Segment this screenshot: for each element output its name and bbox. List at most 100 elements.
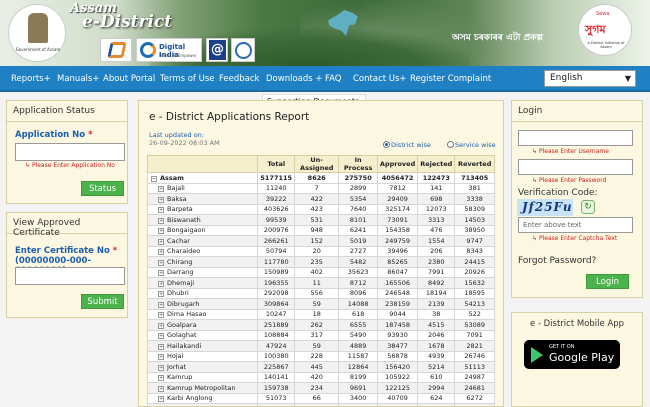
expand-icon[interactable]: + [158,364,164,371]
table-cell: 9044 [376,308,419,320]
expand-icon[interactable]: + [158,291,164,298]
table-row[interactable]: + Dima Hasao 10247 18 618 9044 38 522 [146,308,495,320]
district-name: Biswanath [167,215,201,224]
district-name: Charaideo [167,247,201,256]
radio-district-wise[interactable]: District wise [383,141,431,149]
table-cell: 262 [294,319,340,331]
expand-icon[interactable]: + [158,385,164,392]
table-cell: 14088 [338,298,378,310]
expand-icon[interactable]: + [158,280,164,287]
state-row[interactable]: − Assam 5177115 8626 275750 4056472 12247… [146,172,495,184]
table-cell: 6445 [454,403,495,406]
captcha-error-text: Please Enter Captcha Text [538,235,618,242]
table-row[interactable]: + Chirang 117780 235 5482 85265 2380 24415 [146,256,495,268]
captcha-input[interactable]: Enter above text [518,217,633,233]
district-name: Barpeta [167,205,193,214]
nav-contact[interactable]: Contact Us+ [353,66,407,92]
nav-feedback[interactable]: Feedback [219,66,259,92]
expand-icon[interactable]: + [158,249,164,256]
nav-faq[interactable]: FAQ [325,66,341,92]
radio-service-wise[interactable]: Service wise [447,141,496,149]
table-cell: 59 [294,298,340,310]
expand-icon[interactable]: + [158,228,164,235]
table-cell: 246548 [376,287,419,299]
login-button[interactable]: Login [586,274,629,289]
expand-icon[interactable]: + [158,343,164,350]
expand-icon[interactable]: + [158,322,164,329]
table-cell: 4889 [338,340,378,352]
district-name-cell: + Cachar [146,235,259,247]
district-name: Goalpara [167,320,197,329]
username-input[interactable] [518,130,633,146]
certificate-no-input[interactable] [15,267,125,285]
table-cell: 24987 [454,371,495,383]
collapse-icon[interactable]: − [151,175,157,182]
forgot-password-link[interactable]: Forgot Password? [518,256,596,266]
google-play-icon [531,347,543,363]
table-row[interactable]: + Dibrugarh 309864 59 14088 238159 2139 54213 [146,298,495,310]
table-cell: 20 [294,245,340,257]
language-value: English [550,73,583,83]
table-row[interactable]: + Biswanath 99539 531 8101 73091 3313 14503 [146,214,495,226]
table-cell: 249759 [376,235,419,247]
expand-icon[interactable]: + [158,217,164,224]
table-row[interactable]: + Charaideo 50794 20 2727 39496 206 8343 [146,245,495,257]
google-play-button[interactable]: GET IT ON Google Play [524,340,620,369]
nav-reports[interactable]: Reports+ [11,66,51,92]
table-cell: 403626 [257,203,296,215]
table-row[interactable]: + Baksa 39222 422 5354 29409 698 3338 [146,193,495,205]
expand-icon[interactable]: + [158,354,164,361]
password-error-text: Please Enter Password [538,177,607,184]
expand-icon[interactable]: + [158,186,164,193]
table-row[interactable]: + Dhemaji 196355 11 8712 165506 8492 15632 [146,277,495,289]
table-row[interactable]: + Barpeta 403626 423 7640 325174 12073 58309 [146,203,495,215]
table-row[interactable]: + Golaghat 108884 317 5490 93930 2046 7091 [146,329,495,341]
table-row[interactable]: + Bongaigaon 200976 948 6241 154358 476 38950 [146,224,495,236]
table-row[interactable]: + Hojai 100380 228 11587 56878 4939 26746 [146,350,495,362]
expand-icon[interactable]: + [158,207,164,214]
district-name-cell: + Jorhat [146,361,259,373]
table-cell: 7991 [417,266,456,278]
table-row[interactable]: + Hailakandi 47924 59 4889 38477 1678 2821 [146,340,495,352]
table-cell: 86047 [376,266,419,278]
table-cell: 20926 [454,266,495,278]
district-name: Dhemaji [167,278,195,287]
table-cell: 1678 [417,340,456,352]
submit-button[interactable]: Submit [81,294,124,309]
nav-manuals[interactable]: Manuals+ [57,66,99,92]
nav-about-portal[interactable]: About Portal [103,66,155,92]
table-row[interactable]: + Karbi Anglong 51073 66 3400 40709 624 6272 [146,392,495,404]
expand-icon[interactable]: + [158,375,164,382]
status-button[interactable]: Status [81,181,124,196]
application-no-label-text: Application No [15,130,86,140]
table-row[interactable]: + Bajali 11240 7 2899 7812 141 381 [146,182,495,194]
expand-icon[interactable]: + [158,333,164,340]
table-row[interactable]: + Goalpara 251889 262 6555 187458 4515 53089 [146,319,495,331]
table-cell: 2139 [417,298,456,310]
table-row[interactable]: + Kamrup 140141 420 8199 105922 610 24987 [146,371,495,383]
nav-terms[interactable]: Terms of Use [160,66,215,92]
language-select[interactable]: English ▼ [544,70,636,87]
table-row[interactable]: + Kamrup Metropolitan 159738 234 9691 122125 2… [146,382,495,394]
password-input[interactable] [518,159,633,175]
refresh-captcha-icon[interactable]: ↻ [581,200,595,214]
table-cell: 14503 [454,214,495,226]
expand-icon[interactable]: + [158,196,164,203]
expand-icon[interactable]: + [158,312,164,319]
table-row[interactable]: + Cachar 266261 152 5019 249759 1554 9747 [146,235,495,247]
expand-icon[interactable]: + [158,396,164,403]
table-row[interactable]: + Dhubri 292098 556 8096 246548 18194 18595 [146,287,495,299]
nav-register-complaint[interactable]: Register Complaint [410,66,491,92]
table-cell: 5354 [338,193,378,205]
table-row[interactable]: +Karimganj12962813989921121429106445 [146,403,495,406]
expand-icon[interactable]: + [158,259,164,266]
nav-downloads[interactable]: Downloads + [266,66,323,92]
expand-icon[interactable]: + [158,238,164,245]
expand-icon[interactable]: + [158,270,164,277]
expand-icon[interactable]: + [158,301,164,308]
table-row[interactable]: + Jorhat 225867 445 12864 156420 5214 51113 [146,361,495,373]
application-no-input[interactable] [15,143,125,161]
table-cell: 56878 [376,350,419,362]
password-error: ↳ Please Enter Password [532,177,606,184]
table-row[interactable]: + Darrang 150989 402 35623 86047 7991 20926 [146,266,495,278]
